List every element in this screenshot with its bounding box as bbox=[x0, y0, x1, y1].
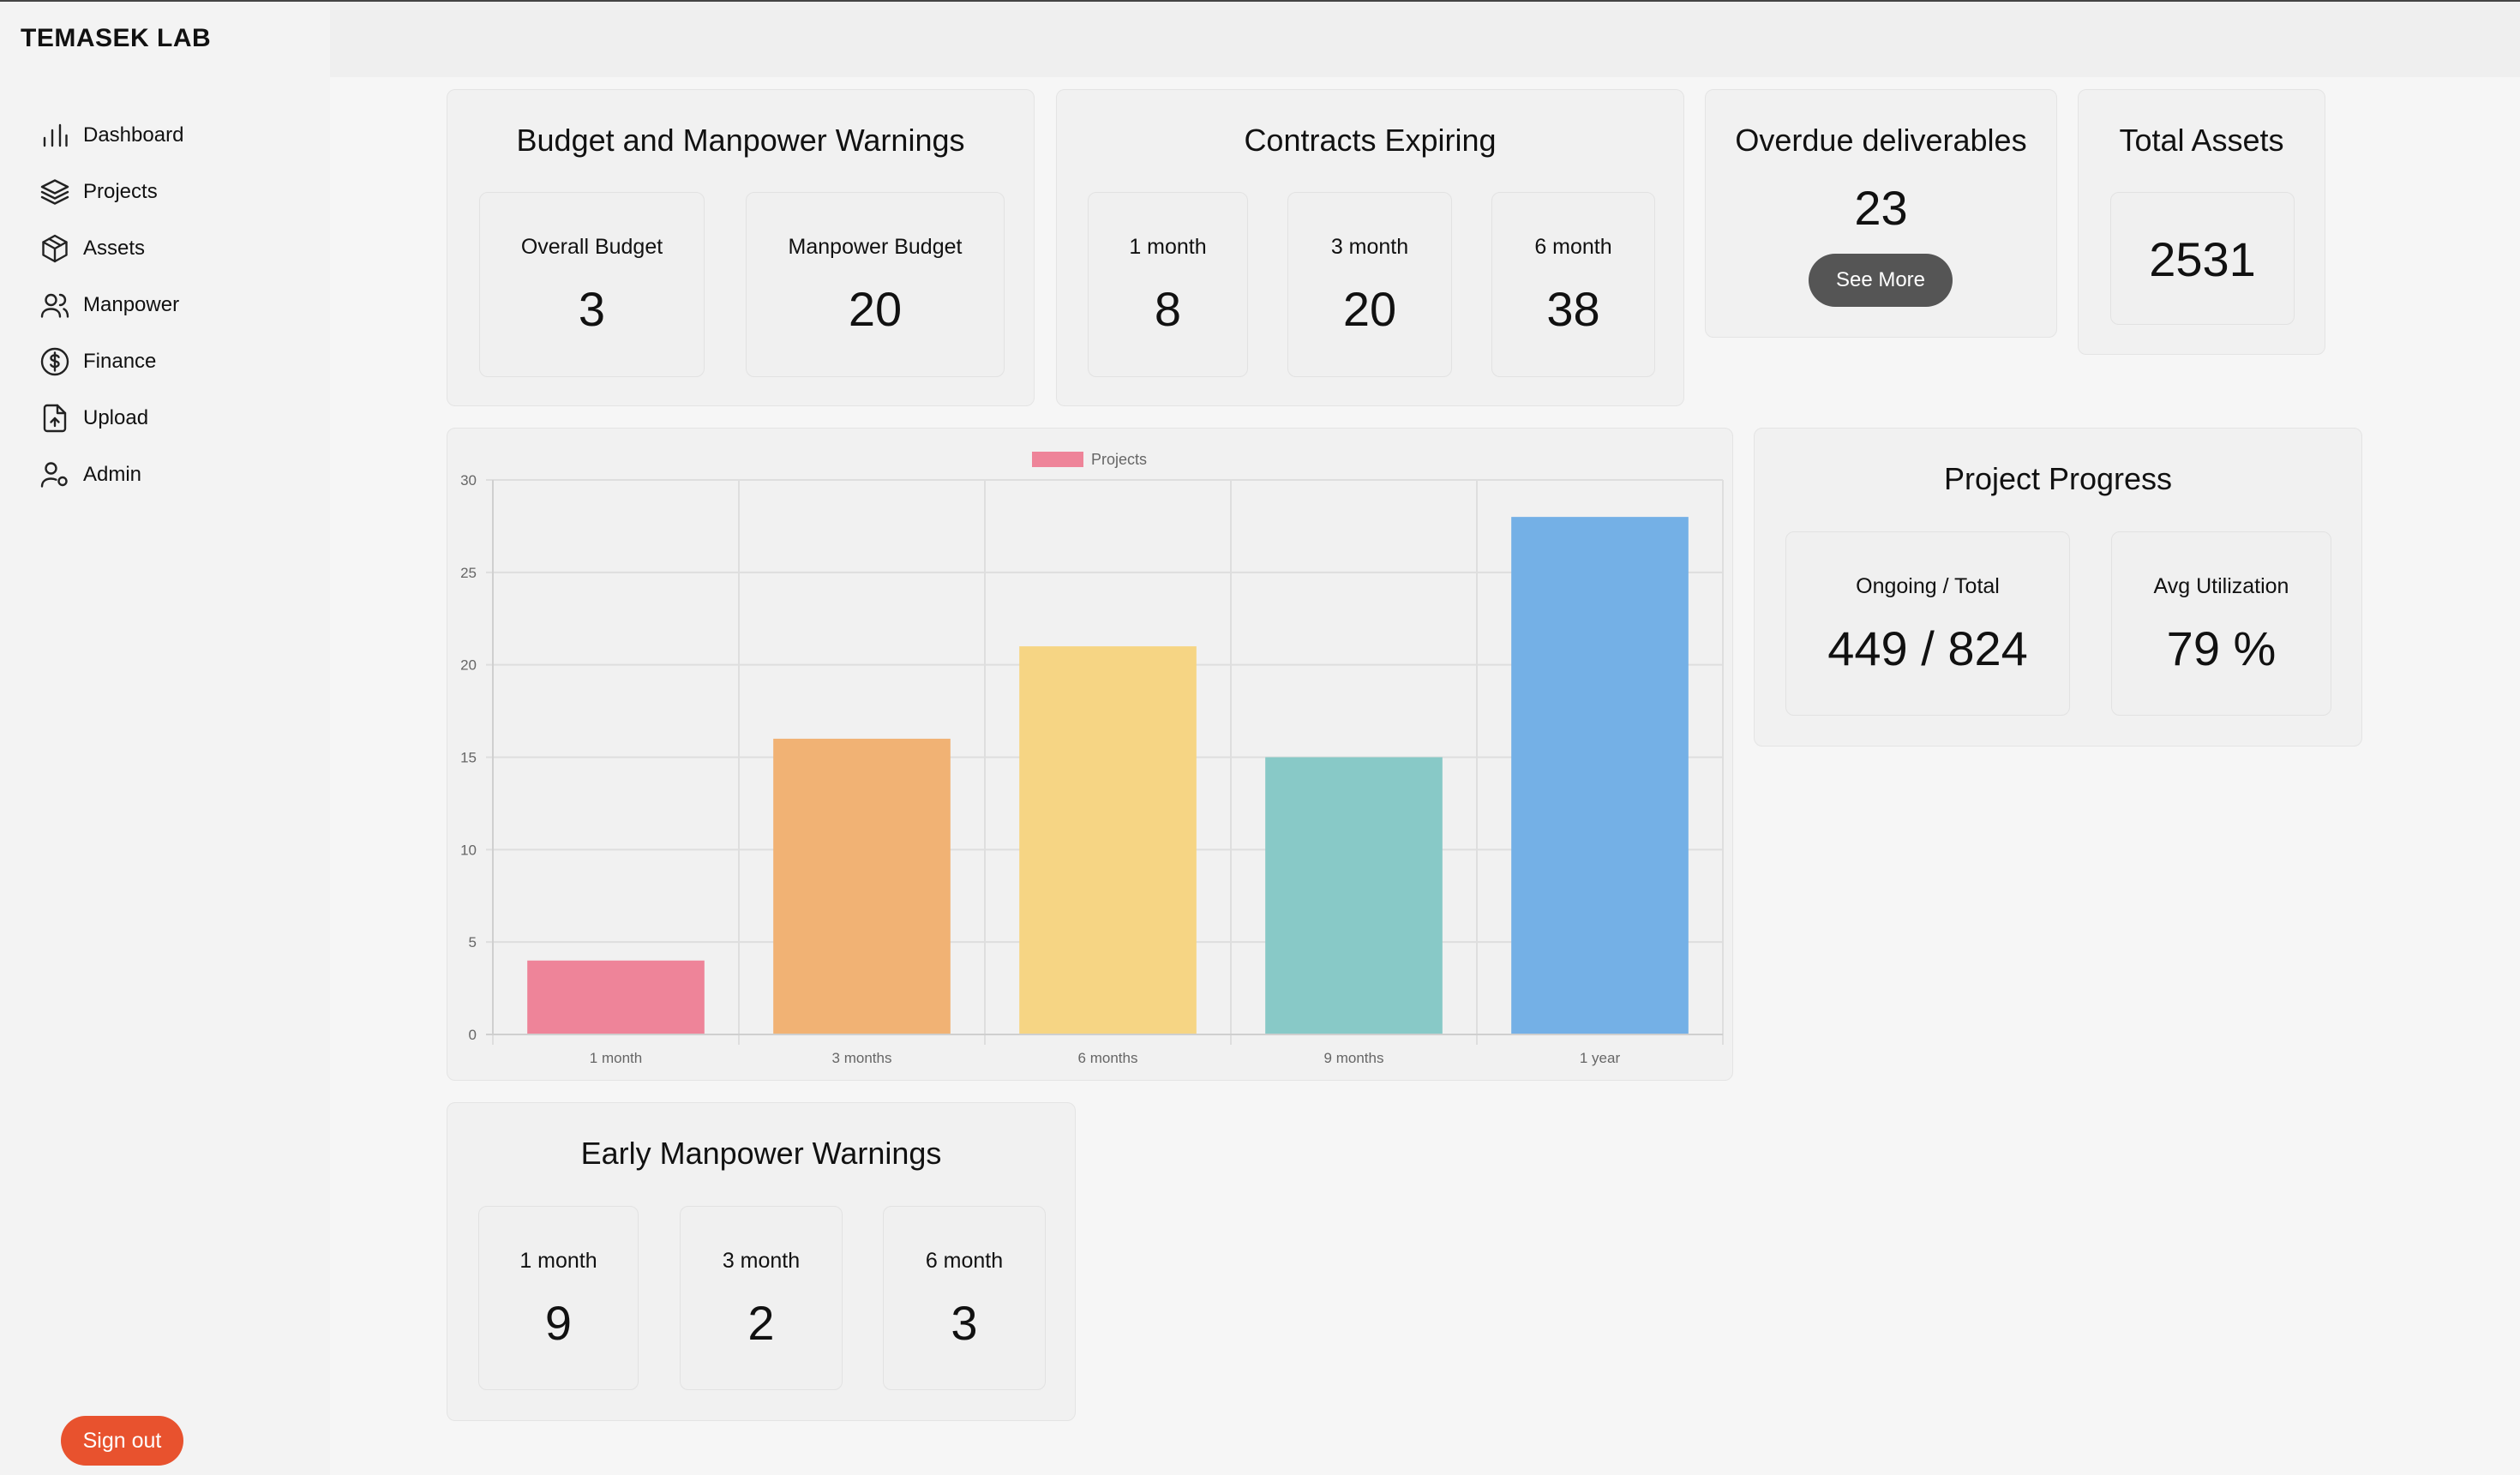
bar-chart-svg: 0 5 10 15 20 25 30 1 month 3 months 6 months 9 mon… bbox=[460, 451, 1724, 1066]
budget-warnings-card: Budget and Manpower Warnings Overall Bud… bbox=[447, 89, 1035, 406]
bar-chart-icon bbox=[43, 123, 68, 147]
early-warning-stat-6-month: 6 month 3 bbox=[883, 1206, 1046, 1390]
stat-value: 2 bbox=[747, 1296, 775, 1350]
y-tick-label: 10 bbox=[460, 842, 477, 858]
stat-label: 1 month bbox=[1129, 235, 1207, 259]
users-icon bbox=[40, 293, 69, 318]
stat-value: 8 bbox=[1154, 282, 1182, 336]
card-title: Total Assets bbox=[2119, 123, 2284, 158]
layers-icon bbox=[40, 179, 69, 205]
early-warning-stat-1-month: 1 month 9 bbox=[478, 1206, 639, 1390]
card-title: Overdue deliverables bbox=[1735, 123, 2027, 158]
bar-1-month bbox=[527, 960, 705, 1034]
card-title: Budget and Manpower Warnings bbox=[516, 123, 965, 158]
sidebar-item-label: Assets bbox=[83, 237, 146, 260]
dollar-circle-icon bbox=[40, 347, 69, 376]
total-assets-stat: 2531 bbox=[2110, 192, 2295, 325]
bar-9-months bbox=[1265, 757, 1443, 1034]
overdue-count: 23 bbox=[1854, 181, 1908, 235]
stat-label: Ongoing / Total bbox=[1856, 574, 2000, 598]
bar-1-year bbox=[1511, 517, 1689, 1034]
sidebar-item-upload[interactable]: Upload bbox=[39, 390, 183, 447]
ongoing-total-stat: Ongoing / Total 449 / 824 bbox=[1785, 531, 2070, 716]
y-tick-label: 30 bbox=[460, 472, 477, 489]
sign-out-button[interactable]: Sign out bbox=[61, 1416, 183, 1466]
sidebar: TEMASEK LAB Dashboard Projects Assets Ma… bbox=[0, 2, 330, 1475]
sidebar-item-manpower[interactable]: Manpower bbox=[39, 277, 183, 333]
card-title: Contracts Expiring bbox=[1244, 123, 1497, 158]
sidebar-item-label: Finance bbox=[83, 350, 157, 373]
stat-label: 6 month bbox=[925, 1249, 1004, 1273]
sidebar-item-label: Projects bbox=[83, 180, 158, 203]
user-cog-icon bbox=[40, 462, 68, 488]
stat-label: Manpower Budget bbox=[788, 235, 963, 259]
card-title: Early Manpower Warnings bbox=[580, 1136, 942, 1171]
legend-swatch bbox=[1032, 452, 1083, 467]
manpower-budget-stat: Manpower Budget 20 bbox=[746, 192, 1005, 377]
stat-value: 20 bbox=[848, 282, 903, 336]
stat-value: 38 bbox=[1546, 282, 1600, 336]
stat-value: 3 bbox=[578, 282, 606, 336]
sidebar-item-label: Manpower bbox=[83, 293, 180, 316]
early-manpower-warnings-card: Early Manpower Warnings 1 month 9 3 mont… bbox=[447, 1102, 1076, 1421]
stat-label: 3 month bbox=[722, 1249, 801, 1273]
x-tick-label: 6 months bbox=[1078, 1050, 1138, 1066]
total-assets-card: Total Assets 2531 bbox=[2078, 89, 2325, 355]
early-warning-stat-3-month: 3 month 2 bbox=[680, 1206, 843, 1390]
file-upload-icon bbox=[43, 404, 67, 433]
x-tick-label: 1 year bbox=[1580, 1050, 1621, 1066]
overall-budget-stat: Overall Budget 3 bbox=[479, 192, 705, 377]
bar-6-months bbox=[1019, 646, 1197, 1034]
sidebar-item-admin[interactable]: Admin bbox=[39, 447, 183, 503]
see-more-button[interactable]: See More bbox=[1809, 254, 1953, 307]
contracts-expiring-card: Contracts Expiring 1 month 8 3 month 20 … bbox=[1056, 89, 1684, 406]
contract-stat-1-month: 1 month 8 bbox=[1088, 192, 1248, 377]
y-tick-label: 5 bbox=[469, 934, 477, 950]
box-icon bbox=[42, 234, 68, 263]
projects-bar-chart: 0 5 10 15 20 25 30 1 month 3 months 6 months 9 mon… bbox=[447, 428, 1733, 1081]
sidebar-item-label: Dashboard bbox=[83, 123, 184, 147]
avg-utilization-stat: Avg Utilization 79 % bbox=[2111, 531, 2331, 716]
stat-value: 9 bbox=[544, 1296, 573, 1350]
x-tick-label: 9 months bbox=[1324, 1050, 1384, 1066]
bar-3-months bbox=[773, 738, 951, 1034]
card-title: Project Progress bbox=[1943, 461, 2173, 496]
stat-label: 6 month bbox=[1534, 235, 1612, 259]
stat-value: 79 % bbox=[2166, 621, 2277, 675]
sidebar-item-label: Admin bbox=[83, 463, 142, 486]
sidebar-item-projects[interactable]: Projects bbox=[39, 164, 183, 220]
contract-stat-6-month: 6 month 38 bbox=[1491, 192, 1655, 377]
sidebar-item-dashboard[interactable]: Dashboard bbox=[39, 107, 183, 164]
sidebar-item-assets[interactable]: Assets bbox=[39, 220, 183, 277]
x-tick-label: 1 month bbox=[590, 1050, 642, 1066]
top-bar bbox=[330, 2, 2520, 77]
y-tick-label: 15 bbox=[460, 750, 477, 766]
stat-label: Avg Utilization bbox=[2153, 574, 2289, 598]
sidebar-item-label: Upload bbox=[83, 406, 149, 429]
stat-label: Overall Budget bbox=[520, 235, 663, 259]
stat-value: 20 bbox=[1342, 282, 1397, 336]
x-tick-label: 3 months bbox=[832, 1050, 892, 1066]
stat-label: 1 month bbox=[519, 1249, 597, 1273]
stat-value: 3 bbox=[951, 1296, 978, 1350]
brand-title: TEMASEK LAB bbox=[21, 24, 212, 52]
contract-stat-3-month: 3 month 20 bbox=[1287, 192, 1452, 377]
y-tick-label: 25 bbox=[460, 565, 477, 581]
y-tick-label: 0 bbox=[469, 1027, 477, 1043]
project-progress-card: Project Progress Ongoing / Total 449 / 8… bbox=[1754, 428, 2362, 746]
stat-label: 3 month bbox=[1330, 235, 1409, 259]
stat-value: 449 / 824 bbox=[1827, 621, 2028, 675]
legend-label: Projects bbox=[1091, 451, 1147, 468]
sidebar-nav: Dashboard Projects Assets Manpower Finan… bbox=[39, 107, 183, 503]
y-tick-label: 20 bbox=[460, 657, 477, 674]
stat-value: 2531 bbox=[2149, 232, 2256, 286]
sidebar-item-finance[interactable]: Finance bbox=[39, 333, 183, 390]
